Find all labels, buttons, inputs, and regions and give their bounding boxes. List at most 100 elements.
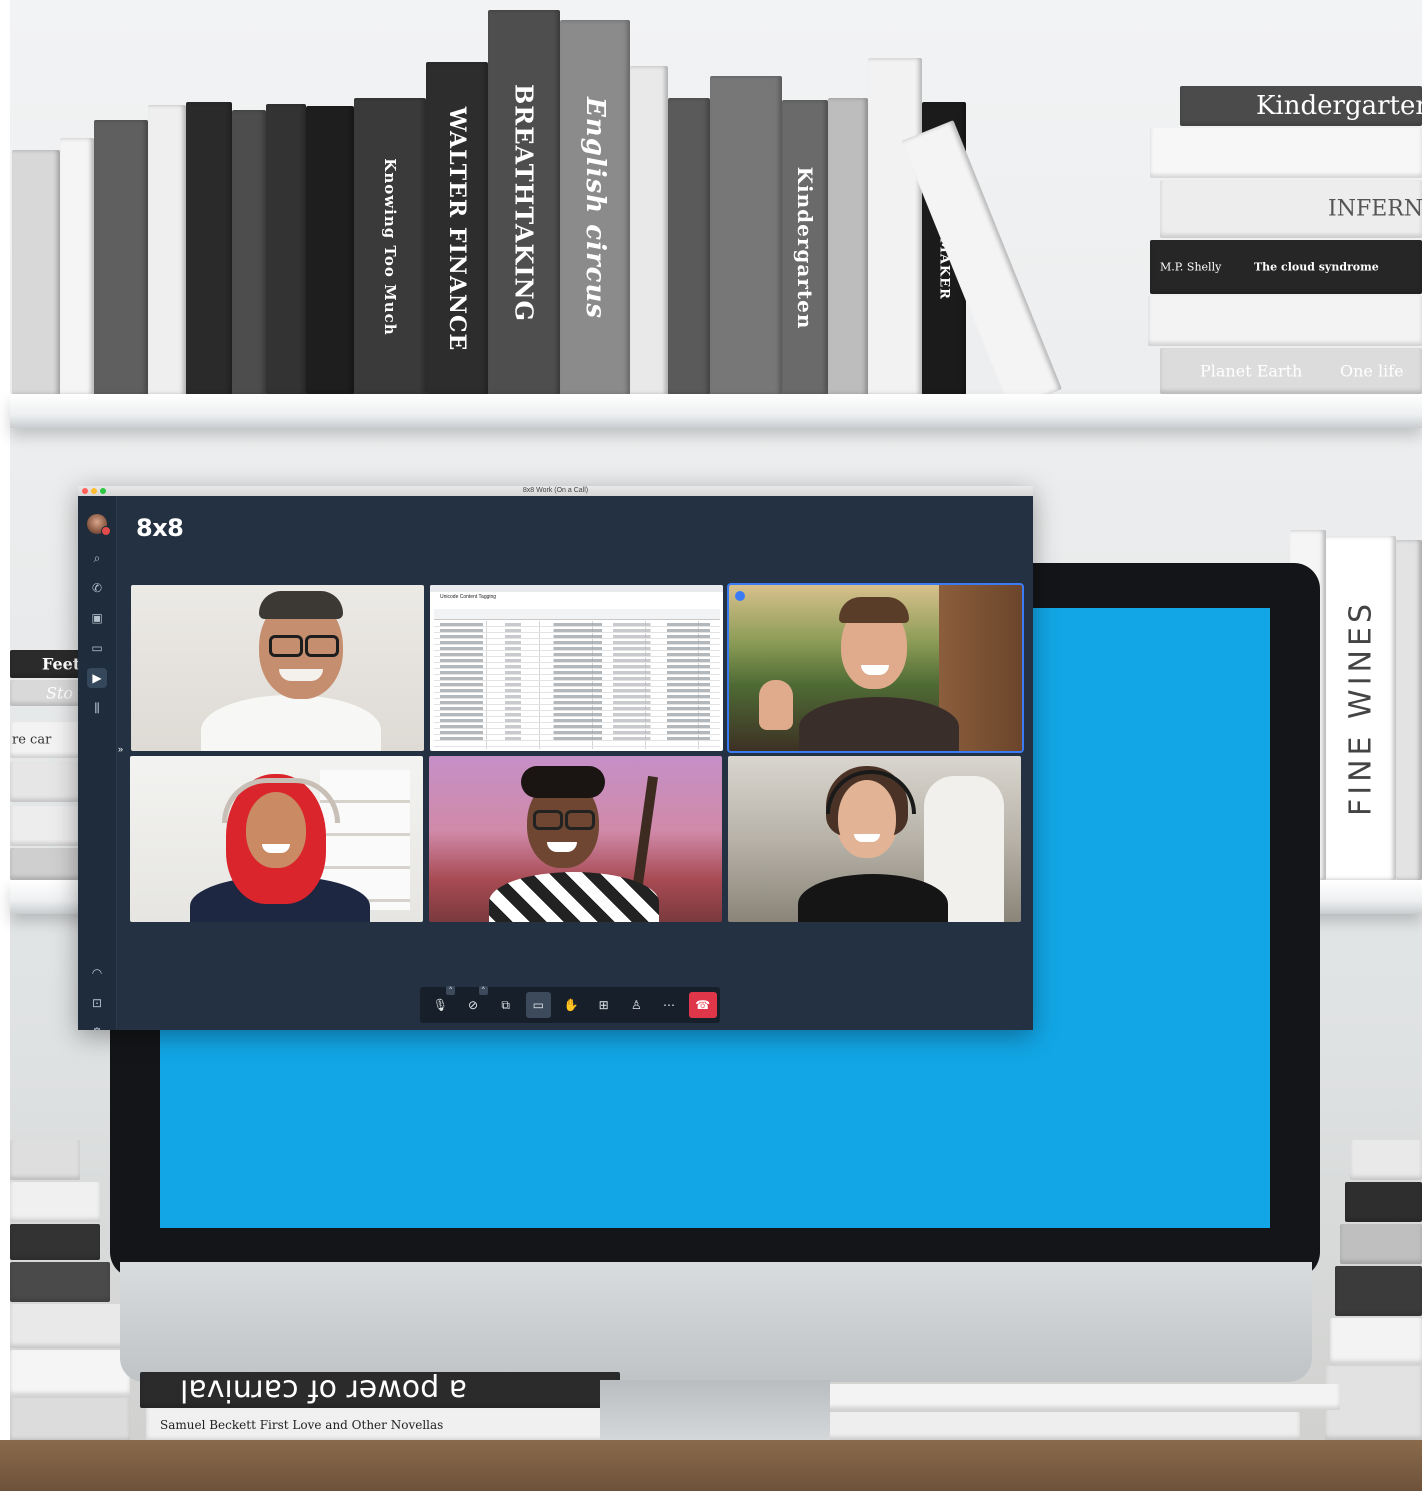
book xyxy=(828,98,868,395)
book-title: a power of carnival xyxy=(180,1372,468,1408)
book xyxy=(10,1224,100,1260)
book: M.P. Shelly The cloud syndrome xyxy=(1150,240,1422,294)
book: re car xyxy=(10,722,80,758)
spreadsheet-title: Unicode Content Tagging xyxy=(440,594,497,600)
book-title: BREATHTAKING xyxy=(509,83,539,322)
book-title: One life xyxy=(1340,361,1404,381)
book-title: English circus xyxy=(580,96,610,319)
book xyxy=(1350,1140,1422,1180)
book: Planet Earth One life xyxy=(1160,348,1422,394)
monitor-chin xyxy=(120,1262,1312,1382)
book xyxy=(1345,1182,1422,1222)
more-button[interactable]: ⋯ xyxy=(656,992,682,1018)
video-tile-participant-3[interactable] xyxy=(130,756,423,922)
book xyxy=(10,848,80,880)
raise-hand-button[interactable]: ✋ xyxy=(558,992,584,1018)
book xyxy=(1340,1224,1422,1264)
sidebar: ⌕ ✆ ▣ ▭ ▶ ⫼ ◠ ⊡ ⚙ xyxy=(78,496,117,1030)
person-add-icon: ♙ xyxy=(630,998,642,1012)
book: Feet xyxy=(10,650,80,678)
settings-icon[interactable]: ⚙ xyxy=(87,1022,107,1030)
video-tile-participant-1[interactable] xyxy=(131,585,424,751)
hang-up-icon: ☎ xyxy=(695,998,711,1012)
headset-icon[interactable]: ◠ xyxy=(87,963,107,983)
book: INFERNO xyxy=(1160,180,1422,238)
spreadsheet-header xyxy=(434,609,720,620)
window-titlebar: 8x8 Work (On a Call) xyxy=(78,486,1033,496)
book xyxy=(10,1304,130,1348)
book xyxy=(668,98,710,395)
chat-icon[interactable]: ▭ xyxy=(87,638,107,658)
book xyxy=(306,106,354,395)
book: BREATHTAKING xyxy=(488,10,560,395)
search-icon[interactable]: ⌕ xyxy=(87,548,107,568)
book: Samuel Beckett First Love and Other Nove… xyxy=(146,1408,616,1442)
speaking-indicator-icon xyxy=(735,591,745,601)
book xyxy=(10,806,80,846)
book xyxy=(10,1140,80,1180)
book-title: re car xyxy=(12,732,52,748)
participants-button[interactable]: ♙ xyxy=(624,992,650,1018)
book xyxy=(820,1384,1340,1410)
book xyxy=(630,66,668,395)
call-controls: 🎙 ^ ⊘ ^ ⧉ ▭ ✋ ⊞ ♙ ⋯ ☎ xyxy=(420,986,720,1023)
desk xyxy=(0,1440,1422,1491)
cast-icon[interactable]: ⊡ xyxy=(87,993,107,1013)
video-tile-participant-2[interactable] xyxy=(729,585,1022,751)
app-window: 8x8 Work (On a Call) ⌕ ✆ ▣ ▭ ▶ ⫼ ◠ ⊡ ⚙ »… xyxy=(78,486,1033,1030)
book xyxy=(10,1350,130,1396)
book: English circus xyxy=(560,20,630,395)
book: Kindergarten xyxy=(782,100,828,395)
book xyxy=(186,102,232,395)
chat-button[interactable]: ▭ xyxy=(525,992,552,1018)
contacts-icon[interactable]: ▣ xyxy=(87,608,107,628)
chevron-up-icon[interactable]: ^ xyxy=(446,986,456,995)
video-tile-screen-share[interactable]: Unicode Content Tagging xyxy=(430,585,723,751)
phone-icon[interactable]: ✆ xyxy=(87,578,107,598)
chevron-up-icon[interactable]: ^ xyxy=(478,986,488,995)
book: WALTER FINANCE xyxy=(426,62,488,395)
book xyxy=(266,104,306,395)
book: a power of carnival xyxy=(140,1372,620,1408)
book xyxy=(10,1398,130,1442)
book xyxy=(1148,296,1422,346)
book-title: WALTER FINANCE xyxy=(444,106,470,351)
upper-shelf xyxy=(10,394,1422,428)
camera-off-button[interactable]: ⊘ ^ xyxy=(460,986,488,1018)
mute-mic-button[interactable]: 🎙 ^ xyxy=(428,986,456,1018)
book-title: Kindergarten xyxy=(1256,91,1422,121)
video-tile-participant-5[interactable] xyxy=(728,756,1021,922)
book-title: Planet Earth xyxy=(1200,361,1303,381)
video-icon[interactable]: ▶ xyxy=(87,668,107,688)
book xyxy=(1330,1318,1422,1364)
book xyxy=(868,58,922,395)
status-badge xyxy=(101,526,111,536)
book-title: Feet xyxy=(42,654,81,674)
app-logo: 8x8 xyxy=(136,514,184,542)
voicemail-icon[interactable]: ⫼ xyxy=(87,698,107,718)
waving-hand xyxy=(759,680,793,730)
book-title: INFERNO xyxy=(1328,196,1422,222)
book-title: Knowing Too Much xyxy=(381,157,399,336)
video-tile-participant-4[interactable] xyxy=(429,756,722,922)
spreadsheet-rows xyxy=(440,623,710,743)
layout-button[interactable]: ⊞ xyxy=(591,992,617,1018)
hand-icon: ✋ xyxy=(563,998,579,1012)
share-screen-button[interactable]: ⧉ xyxy=(493,992,519,1018)
expand-sidebar-icon[interactable]: » xyxy=(118,744,123,754)
book: FINE WINES xyxy=(1326,536,1396,880)
book-title: Kindergarten xyxy=(793,166,817,329)
book xyxy=(10,762,80,802)
book xyxy=(12,150,60,395)
microphone-off-icon: 🎙 xyxy=(432,998,448,1012)
book-title: M.P. Shelly xyxy=(1160,260,1222,274)
book xyxy=(820,1412,1300,1440)
chat-icon: ▭ xyxy=(532,998,545,1012)
book-title: Samuel Beckett First Love and Other Nove… xyxy=(160,1418,444,1432)
book xyxy=(232,110,266,395)
end-call-button[interactable]: ☎ xyxy=(688,992,717,1018)
book xyxy=(1335,1266,1422,1316)
book xyxy=(1396,540,1422,880)
book xyxy=(94,120,148,395)
share-screen-icon: ⧉ xyxy=(501,997,510,1012)
